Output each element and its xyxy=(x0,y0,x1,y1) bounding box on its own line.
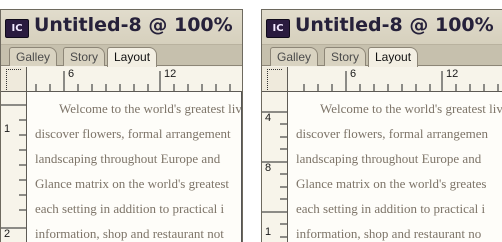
view-tabs: Galley Story Layout xyxy=(1,45,242,67)
horizontal-ruler[interactable] xyxy=(262,67,502,92)
title-bar[interactable]: IC Untitled-8 @ 100% xyxy=(262,10,502,45)
ruler-origin-crosshair-icon xyxy=(267,69,282,90)
window-title: Untitled-8 @ 100% xyxy=(34,14,233,36)
vruler-label-8: 8 xyxy=(265,162,272,174)
window-title: Untitled-8 @ 100% xyxy=(295,14,494,36)
document-window-right: IC Untitled-8 @ 100% Galley Story Layout xyxy=(261,9,502,242)
document-text-area[interactable]: Welcome to the world's greatest liv disc… xyxy=(27,92,242,242)
vruler-label-2: 2 xyxy=(4,228,11,240)
title-bar[interactable]: IC Untitled-8 @ 100% xyxy=(1,10,242,45)
text-line: Glance matrix on the world's greatest xyxy=(35,176,230,191)
ruler-label-12: 12 xyxy=(164,68,177,80)
text-line: each setting in addition to practical i xyxy=(296,201,486,216)
ruler-label-12: 12 xyxy=(446,68,459,80)
text-line: Glance matrix on the world's greates xyxy=(296,176,487,191)
text-line: discover flowers, formal arrangement xyxy=(35,126,231,141)
vertical-ruler[interactable]: 1 2 xyxy=(1,92,27,242)
vruler-label-1: 1 xyxy=(4,123,11,135)
text-line: Welcome to the world's greatest liv xyxy=(59,101,242,116)
vertical-ruler-ticks xyxy=(1,104,26,229)
text-line: landscaping throughout Europe and xyxy=(35,151,221,166)
incopy-app-icon: IC xyxy=(5,19,29,38)
ruler-origin[interactable] xyxy=(1,67,27,92)
ruler-origin-crosshair-icon xyxy=(6,69,21,90)
horizontal-ruler-ticks xyxy=(35,71,231,91)
text-line: landscaping throughout Europe and xyxy=(296,151,482,166)
horizontal-ruler[interactable] xyxy=(1,67,242,92)
vruler-label-4: 4 xyxy=(265,112,272,124)
ruler-origin[interactable] xyxy=(262,67,288,92)
ruler-label-6: 6 xyxy=(350,68,357,80)
view-tabs: Galley Story Layout xyxy=(262,45,502,67)
ruler-label-6: 6 xyxy=(68,68,75,80)
text-line: information, shop and restaurant not xyxy=(35,226,224,241)
text-line: each setting in addition to practical i xyxy=(35,201,225,216)
horizontal-ruler-ticks xyxy=(303,71,499,91)
text-line: information, shop and restaurant no xyxy=(296,226,482,241)
text-line: Welcome to the world's greatest liv xyxy=(320,101,502,116)
tab-galley[interactable]: Galley xyxy=(9,47,58,66)
document-text-area[interactable]: Welcome to the world's greatest liv disc… xyxy=(288,92,502,242)
tab-story[interactable]: Story xyxy=(63,47,106,66)
tab-layout[interactable]: Layout xyxy=(107,47,158,67)
tab-layout[interactable]: Layout xyxy=(368,47,419,67)
tab-galley[interactable]: Galley xyxy=(270,47,319,66)
vertical-ruler[interactable]: 4 8 1 xyxy=(262,92,288,242)
text-line: discover flowers, formal arrangemen xyxy=(296,126,489,141)
document-window-left: IC Untitled-8 @ 100% Galley Story Layout xyxy=(0,9,243,242)
incopy-app-icon: IC xyxy=(266,19,290,38)
vruler-label-1: 1 xyxy=(265,226,272,238)
tab-story[interactable]: Story xyxy=(324,47,367,66)
